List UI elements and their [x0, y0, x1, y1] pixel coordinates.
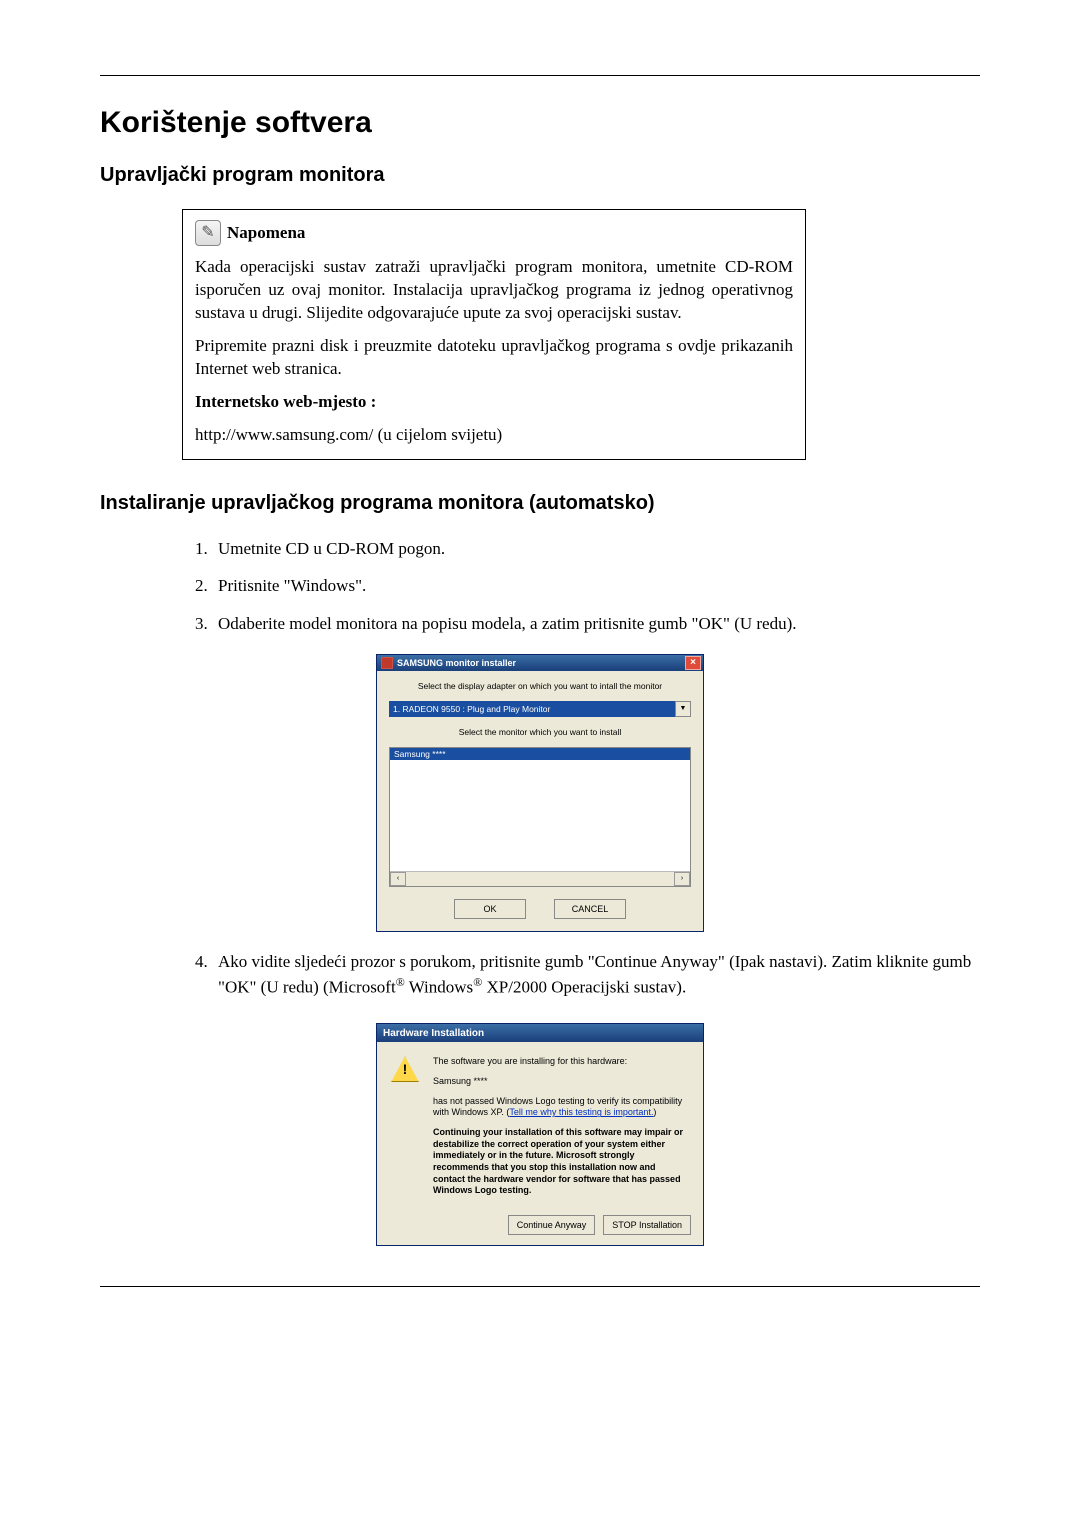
- continue-anyway-button[interactable]: Continue Anyway: [508, 1215, 596, 1235]
- close-icon[interactable]: ×: [685, 656, 701, 670]
- hw-line3: has not passed Windows Logo testing to v…: [433, 1096, 689, 1119]
- step-1: Umetnite CD u CD-ROM pogon.: [212, 537, 980, 561]
- scroll-left-icon[interactable]: ‹: [390, 872, 406, 886]
- monitor-listbox[interactable]: Samsung **** ‹ ›: [389, 747, 691, 887]
- note-box: ✎ Napomena Kada operacijski sustav zatra…: [182, 209, 806, 460]
- installer-title: SAMSUNG monitor installer: [397, 658, 516, 668]
- installer-monitor-label: Select the monitor which you want to ins…: [389, 727, 691, 737]
- note-site-label: Internetsko web-mjesto :: [195, 392, 376, 411]
- installer-titlebar: SAMSUNG monitor installer ×: [377, 655, 703, 671]
- step-2: Pritisnite "Windows".: [212, 574, 980, 598]
- step-4-text-c: XP/2000 Operacijski sustav).: [482, 977, 686, 996]
- hardware-warning-dialog: Hardware Installation The software you a…: [376, 1023, 704, 1246]
- note-paragraph-2: Pripremite prazni disk i preuzmite datot…: [195, 335, 793, 381]
- horizontal-scrollbar[interactable]: ‹ ›: [390, 871, 690, 886]
- page-title: Korištenje softvera: [100, 106, 980, 140]
- bottom-rule: [100, 1286, 980, 1287]
- chevron-down-icon[interactable]: ▼: [675, 701, 691, 717]
- stop-installation-button[interactable]: STOP Installation: [603, 1215, 691, 1235]
- hw-warning-text: Continuing your installation of this sof…: [433, 1127, 689, 1197]
- installer-adapter-label: Select the display adapter on which you …: [389, 681, 691, 691]
- hw-line2: Samsung ****: [433, 1076, 689, 1088]
- warning-icon: [391, 1056, 419, 1082]
- steps-list-continued: Ako vidite sljedeći prozor s porukom, pr…: [182, 950, 980, 999]
- note-label: Napomena: [227, 222, 305, 245]
- cancel-button[interactable]: CANCEL: [554, 899, 626, 919]
- hw-link[interactable]: Tell me why this testing is important.: [509, 1107, 653, 1117]
- monitor-selected-item[interactable]: Samsung ****: [390, 748, 690, 760]
- scroll-right-icon[interactable]: ›: [674, 872, 690, 886]
- step-4-text-b: Windows: [405, 977, 473, 996]
- top-rule: [100, 75, 980, 76]
- installer-app-icon: [381, 657, 393, 669]
- ok-button[interactable]: OK: [454, 899, 526, 919]
- adapter-dropdown-value: 1. RADEON 9550 : Plug and Play Monitor: [393, 704, 550, 714]
- step-4: Ako vidite sljedeći prozor s porukom, pr…: [212, 950, 980, 999]
- step-3: Odaberite model monitora na popisu model…: [212, 612, 980, 636]
- note-paragraph-1: Kada operacijski sustav zatraži upravlja…: [195, 256, 793, 325]
- note-url: http://www.samsung.com/ (u cijelom svije…: [195, 424, 793, 447]
- section-heading-1: Upravljački program monitora: [100, 164, 980, 187]
- section-heading-2: Instaliranje upravljačkog programa monit…: [100, 492, 980, 515]
- hw-line1: The software you are installing for this…: [433, 1056, 689, 1068]
- steps-list: Umetnite CD u CD-ROM pogon. Pritisnite "…: [182, 537, 980, 636]
- installer-dialog: SAMSUNG monitor installer × Select the d…: [376, 654, 704, 932]
- hardware-warning-titlebar: Hardware Installation: [377, 1024, 703, 1042]
- adapter-dropdown[interactable]: 1. RADEON 9550 : Plug and Play Monitor ▼: [389, 701, 691, 717]
- note-icon: ✎: [195, 220, 221, 246]
